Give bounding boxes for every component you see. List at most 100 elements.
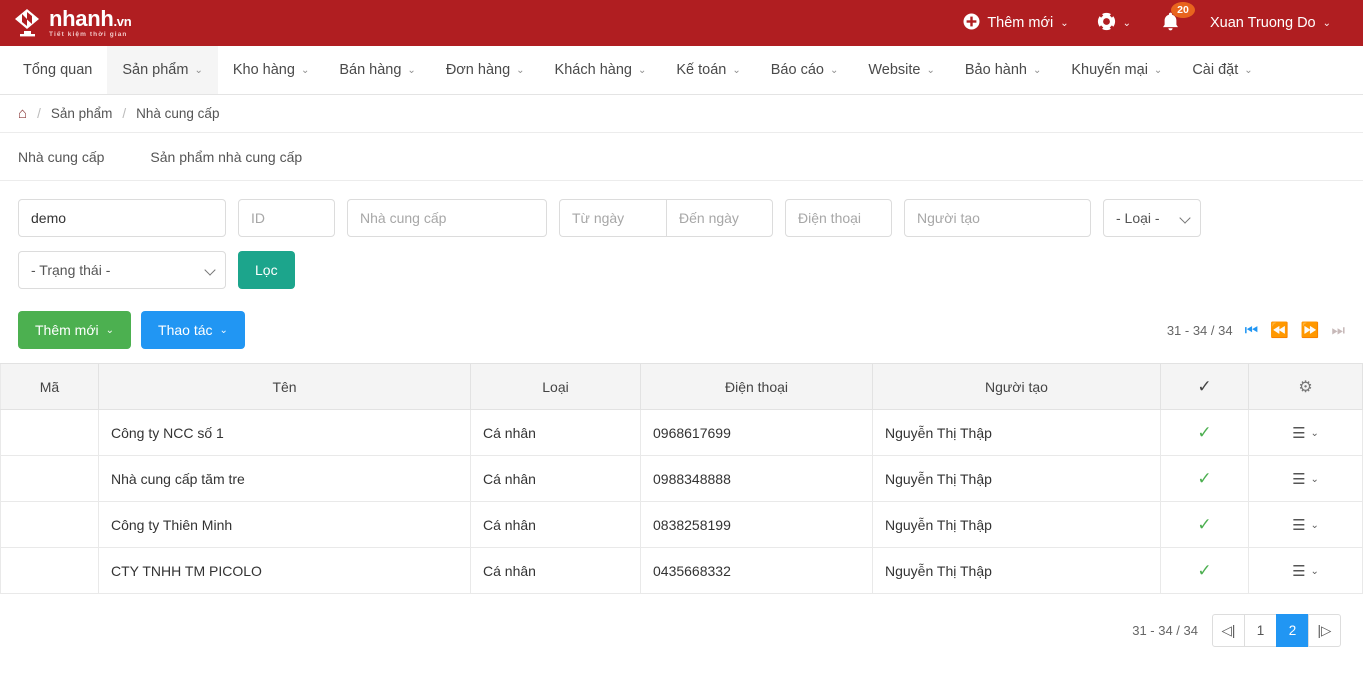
cell-phone: 0988348888 (640, 455, 873, 502)
search-keyword-input[interactable] (18, 199, 226, 237)
column-header-type[interactable]: Loại (470, 363, 641, 410)
type-select[interactable]: - Loại - (1103, 199, 1201, 237)
pagination-page-1-button[interactable]: 1 (1244, 614, 1277, 647)
header-help-button[interactable]: ⌄ (1083, 0, 1145, 46)
column-header-status[interactable]: ✓ (1160, 363, 1249, 410)
column-header-code[interactable]: Mã (0, 363, 99, 410)
from-date-input[interactable] (559, 199, 666, 237)
breadcrumb-item-san-pham[interactable]: Sản phẩm (51, 106, 113, 121)
filter-submit-button[interactable]: Lọc (238, 251, 295, 289)
phone-input[interactable] (785, 199, 892, 237)
breadcrumb-separator: / (37, 106, 41, 121)
brand-logo[interactable]: nhanh.vn Tiết kiệm thời gian (14, 7, 132, 39)
cell-actions[interactable]: ☰ ⌄ (1248, 455, 1363, 502)
lifebuoy-icon (1097, 11, 1116, 35)
hamburger-icon: ☰ (1292, 424, 1306, 442)
id-input[interactable] (238, 199, 335, 237)
pagination-first-button[interactable]: ◁| (1212, 614, 1245, 647)
last-page-icon[interactable]: ⏭ (1331, 323, 1345, 338)
row-menu-button[interactable]: ☰ ⌄ (1292, 564, 1319, 579)
tab-nha-cung-cap[interactable]: Nhà cung cấp (18, 149, 104, 165)
table-row[interactable]: Công ty Thiên Minh Cá nhân 0838258199 Ng… (0, 501, 1363, 548)
cell-actions[interactable]: ☰ ⌄ (1248, 547, 1363, 594)
home-icon[interactable]: ⌂ (18, 105, 27, 122)
prev-page-icon[interactable]: ⏪ (1270, 323, 1289, 338)
chevron-down-icon: ⌄ (516, 64, 525, 76)
cell-status: ✓ (1160, 547, 1249, 594)
nav-item-khach-hang[interactable]: Khách hàng ⌄ (540, 46, 662, 94)
nav-item-ke-toan[interactable]: Kế toán ⌄ (661, 46, 755, 94)
chevron-down-icon: ⌄ (105, 324, 115, 336)
table-row[interactable]: Công ty NCC số 1 Cá nhân 0968617699 Nguy… (0, 409, 1363, 456)
column-header-settings[interactable]: ⚙ (1248, 363, 1363, 410)
status-select[interactable]: - Trạng thái - (18, 251, 226, 289)
row-menu-button[interactable]: ☰ ⌄ (1292, 518, 1319, 533)
cell-type: Cá nhân (470, 501, 641, 548)
add-new-button[interactable]: Thêm mới ⌄ (18, 311, 132, 349)
add-new-label: Thêm mới (35, 322, 99, 338)
chevron-down-icon: ⌄ (194, 64, 203, 76)
nav-label: Cài đặt (1192, 62, 1239, 78)
next-page-icon[interactable]: ⏩ (1301, 323, 1320, 338)
chevron-down-icon: ⌄ (1244, 64, 1253, 76)
breadcrumb-item-nha-cung-cap[interactable]: Nhà cung cấp (136, 106, 219, 121)
row-menu-button[interactable]: ☰ ⌄ (1292, 472, 1319, 487)
supplier-input[interactable] (347, 199, 547, 237)
table-row[interactable]: Nhà cung cấp tăm tre Cá nhân 0988348888 … (0, 455, 1363, 502)
table-header: Mã Tên Loại Điện thoại Người tạo ✓ ⚙ (0, 363, 1363, 410)
first-page-icon[interactable]: ⏮ (1245, 323, 1259, 338)
pagination-last-button[interactable]: |▷ (1308, 614, 1341, 647)
cell-phone: 0435668332 (640, 547, 873, 594)
brand-tld-text: .vn (113, 13, 132, 29)
suppliers-table: Mã Tên Loại Điện thoại Người tạo ✓ ⚙ Côn… (0, 363, 1363, 594)
brand-name: nhanh.vn (49, 7, 132, 30)
gear-icon[interactable]: ⚙ (1298, 379, 1312, 396)
nav-item-website[interactable]: Website ⌄ (853, 46, 950, 94)
cell-status: ✓ (1160, 455, 1249, 502)
user-name-label: Xuan Truong Do (1210, 15, 1316, 31)
cell-actions[interactable]: ☰ ⌄ (1248, 409, 1363, 456)
cell-actions[interactable]: ☰ ⌄ (1248, 501, 1363, 548)
column-header-creator[interactable]: Người tạo (872, 363, 1161, 410)
header-notifications-button[interactable]: 20 (1145, 0, 1196, 46)
header-add-new-button[interactable]: Thêm mới ⌄ (949, 0, 1082, 46)
nav-item-kho-hang[interactable]: Kho hàng ⌄ (218, 46, 324, 94)
pagination-page-2-button[interactable]: 2 (1276, 614, 1309, 647)
actions-button[interactable]: Thao tác ⌄ (141, 311, 245, 349)
nav-item-ban-hang[interactable]: Bán hàng ⌄ (324, 46, 430, 94)
header-user-menu[interactable]: Xuan Truong Do ⌄ (1196, 0, 1345, 46)
cell-code (0, 409, 99, 456)
chevron-down-icon: ⌄ (926, 64, 935, 76)
nav-item-bao-cao[interactable]: Báo cáo ⌄ (756, 46, 854, 94)
chevron-down-icon: ⌄ (637, 64, 647, 76)
table-body: Công ty NCC số 1 Cá nhân 0968617699 Nguy… (0, 409, 1363, 594)
nav-item-cai-dat[interactable]: Cài đặt ⌄ (1177, 46, 1267, 94)
tab-san-pham-nha-cung-cap[interactable]: Sản phẩm nhà cung cấp (150, 149, 302, 165)
hamburger-icon: ☰ (1292, 562, 1306, 580)
top-header-bar: nhanh.vn Tiết kiệm thời gian Thêm mới ⌄ (0, 0, 1363, 46)
cell-name: CTY TNHH TM PICOLO (98, 547, 471, 594)
nav-item-bao-hanh[interactable]: Bảo hành ⌄ (950, 46, 1056, 94)
row-menu-button[interactable]: ☰ ⌄ (1292, 426, 1319, 441)
nav-label: Sản phẩm (122, 62, 189, 78)
status-select-wrapper: - Trạng thái - (18, 251, 226, 289)
nav-item-khuyen-mai[interactable]: Khuyến mại ⌄ (1056, 46, 1177, 94)
nav-item-tong-quan[interactable]: Tổng quan (8, 46, 107, 94)
column-header-name[interactable]: Tên (98, 363, 471, 410)
nav-item-don-hang[interactable]: Đơn hàng ⌄ (431, 46, 540, 94)
cell-code (0, 547, 99, 594)
chevron-down-icon: ⌄ (1122, 17, 1131, 29)
column-header-phone[interactable]: Điện thoại (640, 363, 873, 410)
to-date-input[interactable] (666, 199, 773, 237)
cell-status: ✓ (1160, 409, 1249, 456)
table-header-row: Mã Tên Loại Điện thoại Người tạo ✓ ⚙ (0, 363, 1363, 410)
nav-item-san-pham[interactable]: Sản phẩm ⌄ (107, 46, 218, 94)
header-add-new-label: Thêm mới (987, 15, 1054, 31)
cell-status: ✓ (1160, 501, 1249, 548)
creator-input[interactable] (904, 199, 1091, 237)
cell-phone: 0968617699 (640, 409, 873, 456)
nav-label: Kho hàng (232, 62, 295, 78)
nhanh-logo-icon (14, 8, 42, 38)
table-row[interactable]: CTY TNHH TM PICOLO Cá nhân 0435668332 Ng… (0, 547, 1363, 594)
chevron-down-icon: ⌄ (219, 324, 228, 336)
